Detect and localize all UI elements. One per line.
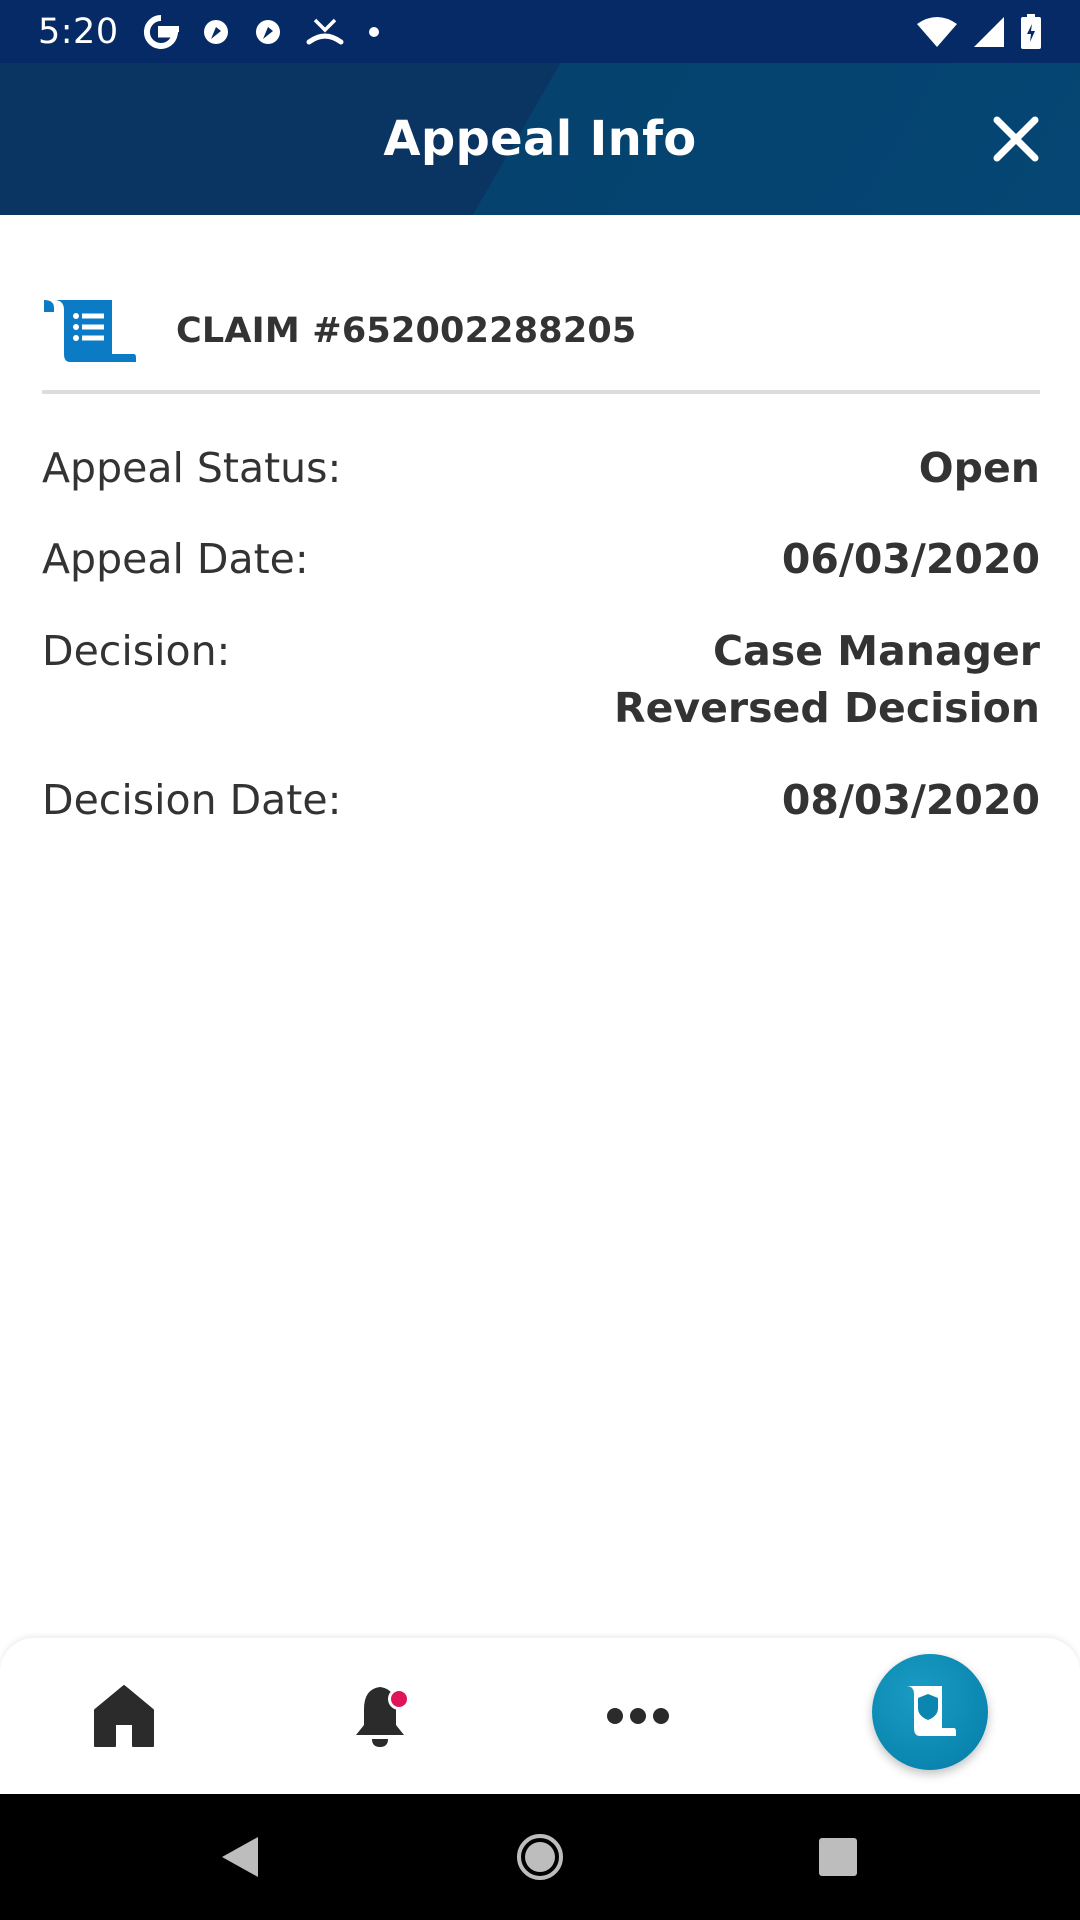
app-icon (203, 19, 228, 44)
battery-icon (1021, 13, 1041, 49)
appeal-status-label: Appeal Status: (42, 444, 342, 492)
notification-badge (388, 1688, 410, 1710)
shield-card-icon (906, 1686, 956, 1736)
system-status-icons (916, 13, 1042, 50)
app-icon (255, 19, 280, 44)
home-icon (94, 1685, 154, 1747)
claim-number: CLAIM #652002288205 (176, 311, 637, 351)
wifi-icon (917, 16, 957, 47)
id-card-button[interactable] (872, 1654, 988, 1770)
status-bar: 5:20 (0, 0, 1080, 63)
close-icon (993, 116, 1039, 162)
page-title: Appeal Info (383, 111, 697, 167)
bottom-navigation (0, 1638, 1080, 1794)
system-back-button[interactable] (210, 1794, 270, 1920)
decision-value: Case Manager Reversed Decision (614, 626, 1040, 733)
decision-date-row: Decision Date: 08/03/2020 (42, 772, 1040, 829)
appeal-date-value: 06/03/2020 (781, 535, 1040, 584)
nav-home-button[interactable] (84, 1638, 164, 1794)
app-screen: 5:20 Appeal Info CLAIM #652002288205 App… (0, 0, 1080, 1920)
appeal-date-label: Appeal Date: (42, 535, 309, 584)
page-header: Appeal Info (0, 63, 1080, 215)
system-navigation-bar (0, 1794, 1080, 1920)
nav-notifications-button[interactable] (340, 1638, 420, 1794)
recents-icon (819, 1838, 857, 1876)
claim-header: CLAIM #652002288205 (42, 290, 1040, 394)
system-home-button[interactable] (510, 1794, 570, 1920)
close-button[interactable] (988, 111, 1044, 167)
status-time: 5:20 (38, 11, 119, 52)
more-dots-icon (607, 1708, 669, 1724)
home-circle-icon (517, 1834, 563, 1880)
dot-icon (368, 26, 379, 37)
notification-icons (143, 14, 381, 50)
back-icon (222, 1837, 258, 1877)
system-recents-button[interactable] (808, 1794, 868, 1920)
decision-date-value: 08/03/2020 (781, 775, 1040, 824)
nav-more-button[interactable] (598, 1638, 678, 1794)
signal-icon (974, 16, 1004, 47)
appeal-status-row: Appeal Status: Open (42, 440, 1040, 497)
appeal-details: Appeal Status: Open Appeal Date: 06/03/2… (42, 440, 1040, 863)
appeal-status-value: Open (918, 444, 1040, 492)
decision-label: Decision: (42, 626, 231, 675)
google-icon (143, 14, 179, 49)
decision-row: Decision: Case Manager Reversed Decision (42, 623, 1040, 738)
missed-call-icon (306, 18, 344, 44)
decision-date-label: Decision Date: (42, 775, 342, 824)
appeal-date-row: Appeal Date: 06/03/2020 (42, 531, 1040, 588)
scroll-list-icon (44, 300, 136, 362)
